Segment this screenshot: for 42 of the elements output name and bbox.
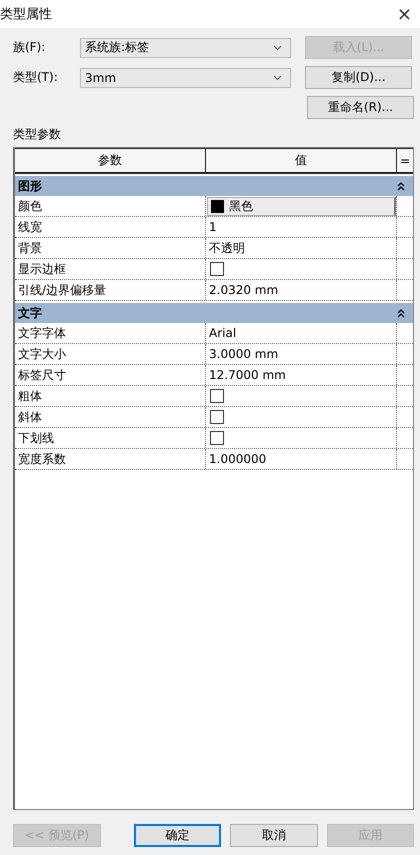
checkbox[interactable] [210,262,224,276]
parameter-name: 下划线 [15,428,206,448]
checkbox[interactable] [210,431,224,445]
parameter-name: 引线/边界偏移量 [15,280,206,300]
checkbox[interactable] [210,410,224,424]
dialog-button[interactable]: 确定 [134,824,222,847]
column-header[interactable]: 值 [206,148,397,172]
chevron-down-icon [273,74,282,80]
color-button[interactable]: 黑色 [207,196,396,216]
field-label: 类型(T): [13,69,59,86]
toggle-button[interactable]: = [397,148,413,172]
dropdown[interactable]: 3mm [80,68,291,88]
dialog-button[interactable]: 取消 [230,824,318,847]
parameter-name: 粗体 [15,386,206,406]
parameter-name: 斜体 [15,407,206,427]
parameter-name: 文字大小 [15,344,206,364]
parameter-value[interactable]: 不透明 [207,240,245,256]
parameter-value[interactable]: 12.7000 mm [207,368,286,382]
parameter-name: 宽度系数 [15,449,206,469]
parameter-value[interactable]: 2.0320 mm [207,283,278,297]
dialog-button[interactable]: 复制(D)... [305,66,412,89]
group-header[interactable]: 文字 [15,303,413,323]
window-title: 类型属性 [0,6,52,23]
column-header[interactable]: 参数 [15,148,206,172]
checkbox[interactable] [210,389,224,403]
field-label: 族(F): [13,39,46,56]
parameter-name: 线宽 [15,217,206,237]
rename-button[interactable]: 重命名(R)... [307,96,414,119]
section-label: 类型参数 [13,126,62,143]
parameter-value[interactable]: Arial [207,326,236,340]
dropdown[interactable]: 系统族:标签 [80,38,291,58]
parameter-name: 标签尺寸 [15,365,206,385]
group-header[interactable]: 图形 [15,176,413,196]
parameter-name: 显示边框 [15,259,206,279]
chevron-down-icon [273,44,282,50]
parameter-value[interactable]: 1.000000 [207,452,266,466]
parameter-value[interactable]: 1 [207,220,217,234]
parameter-value[interactable]: 3.0000 mm [207,347,278,361]
parameter-name: 颜色 [15,196,206,216]
parameter-name: 文字字体 [15,323,206,343]
parameter-name: 背景 [15,238,206,258]
close-button[interactable]: × [396,4,420,24]
